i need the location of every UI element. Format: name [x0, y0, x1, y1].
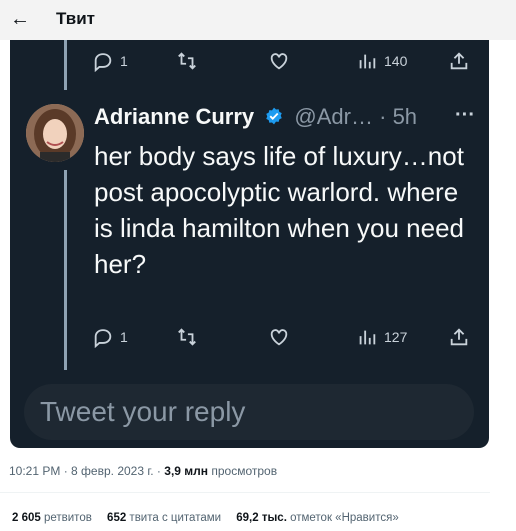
action-bar-top: 1 140: [92, 50, 472, 76]
separator-dot: ·: [379, 104, 387, 129]
engagement-stats: 2 605 ретвитов 652 твита с цитатами 69,2…: [12, 512, 411, 524]
top-bar: ← Твит: [0, 0, 516, 40]
retweet-button[interactable]: [176, 50, 198, 72]
retweet-button-2[interactable]: [176, 326, 198, 348]
avatar[interactable]: [26, 104, 84, 162]
action-bar-reply: 1 127: [92, 326, 472, 352]
post-time[interactable]: 10:21 PM: [9, 464, 60, 478]
share-icon: [450, 52, 468, 70]
tweet-author-line: Adrianne Curry @Adr… · 5h: [94, 104, 482, 134]
quotes-stat[interactable]: 652 твита с цитатами: [107, 512, 221, 524]
likes-stat[interactable]: 69,2 тыс. отметок «Нравится»: [236, 512, 398, 524]
heart-icon: [270, 329, 288, 346]
share-icon: [450, 328, 468, 346]
share-button[interactable]: [448, 50, 470, 72]
quotes-count: 652: [107, 512, 127, 524]
likes-count: 69,2 тыс.: [236, 512, 287, 524]
reply-icon: [94, 53, 112, 72]
back-arrow-icon[interactable]: ←: [10, 8, 30, 31]
reply-button[interactable]: 1: [92, 50, 128, 72]
thread-line-lower: [64, 170, 67, 370]
analytics-icon: [359, 330, 376, 345]
retweet-icon: [178, 52, 196, 70]
meta-separator: ·: [153, 464, 165, 478]
quotes-label: твита с цитатами: [126, 512, 222, 524]
post-date[interactable]: 8 февр. 2023 г.: [71, 464, 154, 478]
retweets-count: 2 605: [12, 512, 41, 524]
share-button-2[interactable]: [448, 326, 470, 348]
tweet-meta: 10:21 PM · 8 февр. 2023 г. · 3,9 млн про…: [9, 464, 277, 478]
reply-count: 1: [120, 53, 128, 69]
page-title: Твит: [56, 9, 95, 28]
tweet-screenshot: 1 140 Adrianne Curry @Adr… · 5h ··· her …: [10, 40, 489, 448]
reply-count: 1: [120, 329, 128, 345]
tweet-text: her body says life of luxury…not post ap…: [94, 141, 465, 279]
retweets-label: ретвитов: [40, 512, 92, 524]
views-count: 127: [384, 329, 408, 345]
views-button-2[interactable]: 127: [356, 326, 407, 348]
meta-separator: ·: [60, 464, 72, 478]
views-count: 140: [384, 53, 408, 69]
analytics-icon: [359, 54, 376, 69]
like-button-2[interactable]: [268, 326, 290, 348]
retweet-icon: [178, 328, 196, 346]
author-name[interactable]: Adrianne Curry: [94, 104, 254, 129]
thread-line: [64, 40, 67, 90]
more-options-icon[interactable]: ···: [455, 104, 475, 127]
verified-badge-icon: [266, 107, 283, 125]
reply-input[interactable]: Tweet your reply: [24, 384, 474, 440]
avatar-image: [26, 104, 84, 162]
heart-icon: [270, 53, 288, 70]
reply-icon: [94, 329, 112, 348]
tweet-time[interactable]: 5h: [393, 104, 417, 129]
views-button[interactable]: 140: [356, 50, 407, 72]
likes-label: отметок «Нравится»: [286, 512, 399, 524]
like-button[interactable]: [268, 50, 290, 72]
reply-button-2[interactable]: 1: [92, 326, 128, 348]
author-handle[interactable]: @Adr…: [294, 104, 373, 129]
views-total: 3,9 млн: [164, 464, 209, 478]
divider: [0, 492, 490, 493]
views-label: просмотров: [208, 464, 278, 478]
retweets-stat[interactable]: 2 605 ретвитов: [12, 512, 92, 524]
